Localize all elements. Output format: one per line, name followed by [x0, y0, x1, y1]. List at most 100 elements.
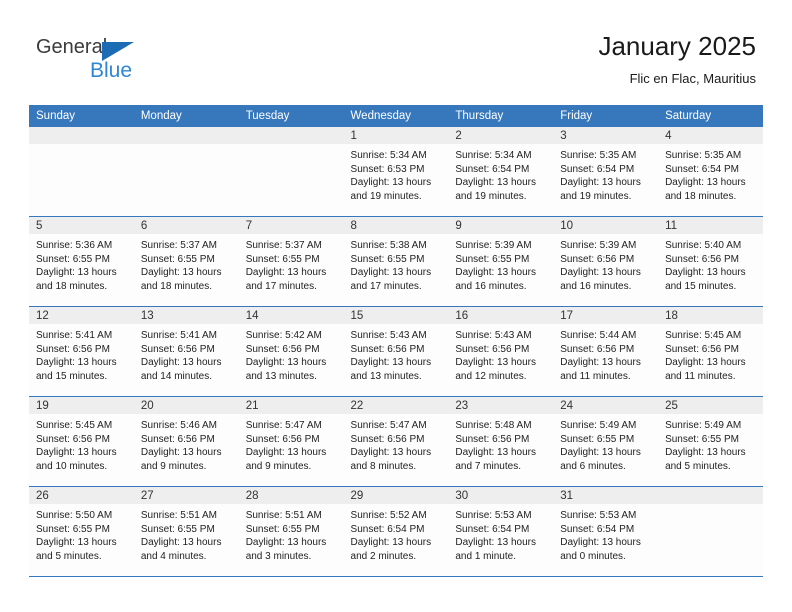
day-details: Sunrise: 5:51 AM Sunset: 6:55 PM Daylight:…: [134, 504, 239, 563]
daylight-text: Daylight: 13 hours and 9 minutes.: [245, 447, 327, 472]
day-details: Sunrise: 5:53 AM Sunset: 6:54 PM Daylight:…: [448, 504, 553, 563]
logo-text-blue: Blue: [90, 59, 133, 82]
calendar-day-cell[interactable]: 18 Sunrise: 5:45 AM Sunset: 6:56 PM Dayligh…: [658, 306, 763, 397]
calendar-day-cell[interactable]: 7 Sunrise: 5:37 AM Sunset: 6:55 PM Daylight…: [238, 216, 344, 307]
calendar-day-cell[interactable]: 30 Sunrise: 5:53 AM Sunset: 6:54 PM Dayligh…: [448, 486, 554, 577]
day-number: 23: [448, 397, 554, 414]
day-number: 31: [553, 487, 659, 504]
calendar-day-cell[interactable]: 15 Sunrise: 5:43 AM Sunset: 6:56 PM Dayligh…: [343, 306, 449, 397]
day-number: 26: [29, 487, 134, 504]
daylight-text: Daylight: 13 hours and 1 minute.: [455, 537, 536, 562]
sunrise-text: Sunrise: 5:53 AM: [560, 510, 637, 521]
calendar-day-cell[interactable]: 1 Sunrise: 5:34 AM Sunset: 6:53 PM Daylight…: [343, 127, 449, 217]
calendar-day-cell[interactable]: 16 Sunrise: 5:43 AM Sunset: 6:56 PM Dayligh…: [448, 306, 554, 397]
calendar-week-row: 1 Sunrise: 5:34 AM Sunset: 6:53 PM Daylight…: [29, 127, 763, 217]
daylight-text: Daylight: 13 hours and 19 minutes.: [560, 177, 641, 202]
calendar-day-cell[interactable]: 23 Sunrise: 5:48 AM Sunset: 6:56 PM Dayligh…: [448, 396, 554, 487]
calendar-day-cell[interactable]: 14 Sunrise: 5:42 AM Sunset: 6:56 PM Dayligh…: [238, 306, 344, 397]
day-details: Sunrise: 5:44 AM Sunset: 6:56 PM Daylight:…: [553, 324, 658, 383]
day-number: 25: [658, 397, 763, 414]
sunset-text: Sunset: 6:55 PM: [455, 253, 530, 265]
calendar-day-cell[interactable]: 12 Sunrise: 5:41 AM Sunset: 6:56 PM Dayligh…: [29, 306, 134, 397]
day-details: Sunrise: 5:38 AM Sunset: 6:55 PM Daylight:…: [344, 234, 449, 293]
weekday-header-sunday: Sunday: [29, 105, 134, 127]
calendar-day-cell[interactable]: 13 Sunrise: 5:41 AM Sunset: 6:56 PM Dayligh…: [133, 306, 239, 397]
day-details: Sunrise: 5:36 AM Sunset: 6:55 PM Daylight:…: [29, 234, 134, 293]
sunrise-text: Sunrise: 5:38 AM: [350, 240, 427, 251]
calendar-day-cell[interactable]: 24 Sunrise: 5:49 AM Sunset: 6:55 PM Dayligh…: [553, 396, 659, 487]
calendar-day-cell[interactable]: 17 Sunrise: 5:44 AM Sunset: 6:56 PM Dayligh…: [553, 306, 659, 397]
day-details: Sunrise: 5:41 AM Sunset: 6:56 PM Daylight:…: [29, 324, 134, 383]
sunrise-text: Sunrise: 5:34 AM: [455, 150, 532, 161]
daylight-text: Daylight: 13 hours and 14 minutes.: [140, 357, 222, 382]
day-number: 22: [343, 397, 449, 414]
calendar-day-cell[interactable]: 3 Sunrise: 5:35 AM Sunset: 6:54 PM Daylight…: [553, 127, 659, 217]
day-number: 27: [133, 487, 239, 504]
day-number: [29, 127, 134, 144]
sunrise-text: Sunrise: 5:43 AM: [455, 330, 532, 341]
daylight-text: Daylight: 13 hours and 11 minutes.: [665, 357, 746, 382]
calendar-day-cell[interactable]: 10 Sunrise: 5:39 AM Sunset: 6:56 PM Dayligh…: [553, 216, 659, 307]
calendar-day-cell[interactable]: 6 Sunrise: 5:37 AM Sunset: 6:55 PM Daylight…: [133, 216, 239, 307]
day-details: Sunrise: 5:37 AM Sunset: 6:55 PM Daylight:…: [239, 234, 344, 293]
sunset-text: Sunset: 6:55 PM: [140, 523, 215, 535]
sunset-text: Sunset: 6:54 PM: [665, 163, 739, 175]
sunset-text: Sunset: 6:56 PM: [245, 343, 320, 355]
calendar-day-cell[interactable]: 8 Sunrise: 5:38 AM Sunset: 6:55 PM Daylight…: [343, 216, 449, 307]
weekday-header-friday: Friday: [553, 105, 659, 127]
day-number: 3: [553, 127, 659, 144]
day-number: 17: [553, 307, 659, 324]
calendar-day-cell[interactable]: 28 Sunrise: 5:51 AM Sunset: 6:55 PM Dayligh…: [238, 486, 344, 577]
sunrise-text: Sunrise: 5:39 AM: [455, 240, 532, 251]
calendar-body: 1 Sunrise: 5:34 AM Sunset: 6:53 PM Daylight…: [29, 127, 763, 577]
day-details: Sunrise: 5:39 AM Sunset: 6:55 PM Daylight:…: [448, 234, 553, 293]
calendar-day-cell[interactable]: 4 Sunrise: 5:35 AM Sunset: 6:54 PM Daylight…: [658, 127, 763, 217]
daylight-text: Daylight: 13 hours and 17 minutes.: [245, 267, 327, 292]
calendar-day-cell[interactable]: 5 Sunrise: 5:36 AM Sunset: 6:55 PM Daylight…: [29, 216, 134, 307]
calendar-day-cell[interactable]: 20 Sunrise: 5:46 AM Sunset: 6:56 PM Dayligh…: [133, 396, 239, 487]
day-details: Sunrise: 5:42 AM Sunset: 6:56 PM Daylight:…: [239, 324, 344, 383]
daylight-text: Daylight: 13 hours and 15 minutes.: [665, 267, 746, 292]
sunset-text: Sunset: 6:56 PM: [455, 343, 530, 355]
sunrise-text: Sunrise: 5:49 AM: [560, 420, 637, 431]
day-number: 29: [343, 487, 449, 504]
sunset-text: Sunset: 6:54 PM: [350, 523, 425, 535]
sunset-text: Sunset: 6:54 PM: [455, 163, 530, 175]
day-details: Sunrise: 5:43 AM Sunset: 6:56 PM Daylight:…: [448, 324, 553, 383]
sunrise-text: Sunrise: 5:34 AM: [350, 150, 427, 161]
calendar-day-cell[interactable]: 31 Sunrise: 5:53 AM Sunset: 6:54 PM Dayligh…: [553, 486, 659, 577]
calendar-day-cell[interactable]: 9 Sunrise: 5:39 AM Sunset: 6:55 PM Daylight…: [448, 216, 554, 307]
calendar-day-cell[interactable]: 19 Sunrise: 5:45 AM Sunset: 6:56 PM Dayligh…: [29, 396, 134, 487]
day-number: 16: [448, 307, 554, 324]
sunrise-text: Sunrise: 5:53 AM: [455, 510, 532, 521]
logo-text-general: General: [36, 36, 108, 58]
calendar-day-cell[interactable]: 11 Sunrise: 5:40 AM Sunset: 6:56 PM Dayligh…: [658, 216, 763, 307]
sunrise-text: Sunrise: 5:46 AM: [140, 420, 217, 431]
daylight-text: Daylight: 13 hours and 16 minutes.: [455, 267, 536, 292]
calendar-day-cell[interactable]: 2 Sunrise: 5:34 AM Sunset: 6:54 PM Daylight…: [448, 127, 554, 217]
daylight-text: Daylight: 13 hours and 15 minutes.: [36, 357, 117, 382]
weekday-header-saturday: Saturday: [658, 105, 763, 127]
daylight-text: Daylight: 13 hours and 2 minutes.: [350, 537, 432, 562]
calendar-day-cell[interactable]: 22 Sunrise: 5:47 AM Sunset: 6:56 PM Dayligh…: [343, 396, 449, 487]
sunset-text: Sunset: 6:55 PM: [36, 523, 110, 535]
calendar-day-cell[interactable]: 29 Sunrise: 5:52 AM Sunset: 6:54 PM Dayligh…: [343, 486, 449, 577]
day-number: 9: [448, 217, 554, 234]
daylight-text: Daylight: 13 hours and 17 minutes.: [350, 267, 432, 292]
day-number: 2: [448, 127, 554, 144]
day-details: Sunrise: 5:34 AM Sunset: 6:53 PM Daylight:…: [344, 144, 449, 203]
day-details: Sunrise: 5:35 AM Sunset: 6:54 PM Daylight:…: [658, 144, 763, 203]
day-number: 6: [133, 217, 239, 234]
sunset-text: Sunset: 6:55 PM: [560, 433, 635, 445]
daylight-text: Daylight: 13 hours and 4 minutes.: [140, 537, 222, 562]
calendar-day-cell[interactable]: 26 Sunrise: 5:50 AM Sunset: 6:55 PM Dayligh…: [29, 486, 134, 577]
calendar-day-cell[interactable]: 27 Sunrise: 5:51 AM Sunset: 6:55 PM Dayligh…: [133, 486, 239, 577]
calendar-day-cell[interactable]: 25 Sunrise: 5:49 AM Sunset: 6:55 PM Dayligh…: [658, 396, 763, 487]
day-number: 4: [658, 127, 763, 144]
daylight-text: Daylight: 13 hours and 18 minutes.: [665, 177, 746, 202]
daylight-text: Daylight: 13 hours and 16 minutes.: [560, 267, 641, 292]
day-number: 20: [133, 397, 239, 414]
calendar-day-cell[interactable]: 21 Sunrise: 5:47 AM Sunset: 6:56 PM Dayligh…: [238, 396, 344, 487]
day-details: Sunrise: 5:35 AM Sunset: 6:54 PM Daylight:…: [553, 144, 658, 203]
daylight-text: Daylight: 13 hours and 12 minutes.: [455, 357, 536, 382]
